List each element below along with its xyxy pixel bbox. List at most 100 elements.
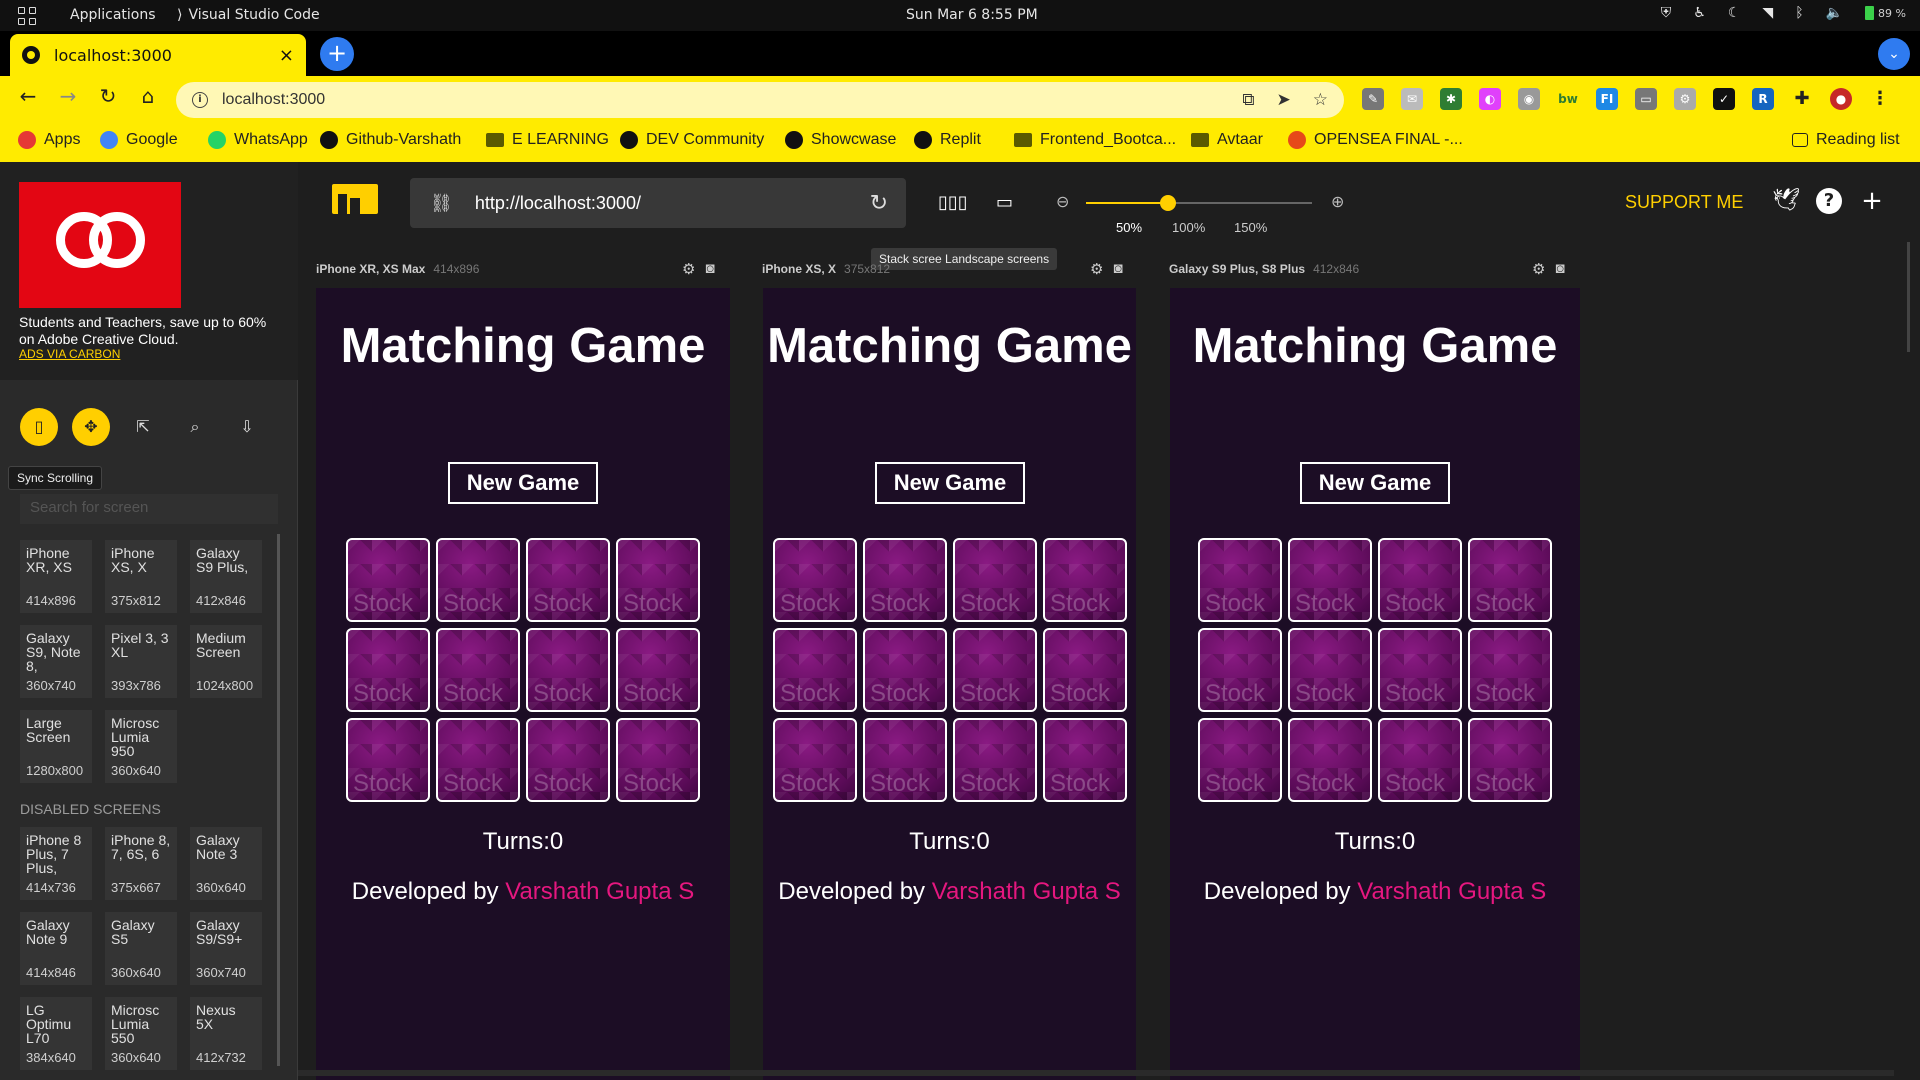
game-card[interactable]: Stock [346, 718, 430, 802]
ext-r-icon[interactable]: R [1752, 88, 1774, 110]
ext-check-icon[interactable]: ✓ [1713, 88, 1735, 110]
volume-icon[interactable]: 🔈 [1826, 5, 1843, 21]
game-card[interactable]: Stock [346, 538, 430, 622]
device-tile[interactable]: Galaxy S5 360x640 [105, 912, 177, 985]
device-tile[interactable]: iPhone 8 Plus, 7 Plus, 414x736 [20, 827, 92, 900]
game-card[interactable]: Stock [953, 538, 1037, 622]
ext-palm-icon[interactable]: ✱ [1440, 88, 1462, 110]
device-screenshot-icon[interactable]: ◙ [1113, 260, 1122, 278]
ext-color-icon[interactable]: ◐ [1479, 88, 1501, 110]
page-scrollbar[interactable] [1907, 242, 1910, 352]
zoom-slider-handle[interactable] [1160, 195, 1176, 211]
device-settings-icon[interactable]: ⚙ [682, 260, 695, 278]
home-icon[interactable]: ⌂ [134, 84, 162, 108]
device-tile[interactable]: Pixel 3, 3 XL 393x786 [105, 625, 177, 698]
reading-list-button[interactable]: Reading list [1792, 131, 1900, 149]
bookmark-star-icon[interactable]: ☆ [1313, 90, 1328, 110]
ext-fi-icon[interactable]: FI [1596, 88, 1618, 110]
bookmark-item[interactable]: DEV Community [620, 131, 764, 149]
device-tile[interactable]: Nexus 5X 412x732 [190, 997, 262, 1070]
device-tile[interactable]: iPhone XR, XS 414x896 [20, 540, 92, 613]
close-tab-icon[interactable]: × [279, 45, 294, 66]
sidebar-scrollbar[interactable] [277, 534, 280, 1066]
zoom-in-icon[interactable]: ⊕ [1331, 192, 1344, 211]
game-card[interactable]: Stock [1288, 538, 1372, 622]
omnibox-url[interactable]: localhost:3000 [222, 91, 1242, 109]
twitter-icon[interactable]: 🕊 [1772, 188, 1800, 214]
device-tile[interactable]: Galaxy S9 Plus, 412x846 [190, 540, 262, 613]
ad-text[interactable]: Students and Teachers, save up to 60% on… [19, 314, 269, 348]
bookmark-item[interactable]: Avtaar [1191, 131, 1263, 149]
game-card[interactable]: Stock [1043, 538, 1127, 622]
bookmark-item[interactable]: Google [100, 131, 178, 149]
bookmark-item[interactable]: OPENSEA FINAL -... [1288, 131, 1463, 149]
add-device-icon[interactable]: + [1859, 188, 1885, 214]
game-card[interactable]: Stock [1468, 628, 1552, 712]
game-card[interactable]: Stock [1378, 538, 1462, 622]
game-card[interactable]: Stock [863, 718, 947, 802]
game-card[interactable]: Stock [1468, 538, 1552, 622]
search-icon[interactable]: ⌕ [176, 408, 214, 446]
developer-name-link[interactable]: Varshath Gupta S [1357, 878, 1546, 905]
extensions-puzzle-icon[interactable]: ✚ [1791, 88, 1813, 110]
zoom-out-icon[interactable]: ⊖ [1056, 192, 1069, 211]
game-card[interactable]: Stock [773, 718, 857, 802]
device-tile[interactable]: Large Screen 1280x800 [20, 710, 92, 783]
game-card[interactable]: Stock [526, 628, 610, 712]
ext-tablet-icon[interactable]: ▭ [1635, 88, 1657, 110]
bookmark-item[interactable]: Replit [914, 131, 981, 149]
device-preview[interactable]: Matching Game New Game Stock Stock Stock Stoc… [316, 288, 730, 1080]
game-card[interactable]: Stock [1288, 718, 1372, 802]
device-screenshot-icon[interactable]: ◙ [705, 260, 714, 278]
ext-eyedropper-icon[interactable]: ✎ [1362, 88, 1384, 110]
game-card[interactable]: Stock [953, 718, 1037, 802]
address-bar[interactable]: ⛓ http://localhost:3000/ ↻ [410, 178, 906, 228]
bookmark-item[interactable]: Github-Varshath [320, 131, 461, 149]
pointer-icon[interactable]: ⇱ [124, 408, 162, 446]
menu-kebab-icon[interactable]: ⋮ [1869, 88, 1891, 110]
game-card[interactable]: Stock [953, 628, 1037, 712]
responsively-logo[interactable] [332, 184, 378, 214]
active-app[interactable]: ⟩ Visual Studio Code [177, 7, 320, 23]
device-preview[interactable]: Matching Game New Game Stock Stock Stock Stoc… [763, 288, 1136, 1080]
game-card[interactable]: Stock [436, 538, 520, 622]
bluetooth-icon[interactable]: ᛒ [1795, 5, 1803, 21]
ext-gear-icon[interactable]: ⚙ [1674, 88, 1696, 110]
landscape-layout-icon[interactable]: ▭ [996, 192, 1013, 213]
bookmark-item[interactable]: Showcwase [785, 131, 896, 149]
game-card[interactable]: Stock [526, 718, 610, 802]
new-game-button[interactable]: New Game [875, 462, 1025, 504]
ext-camera-icon[interactable]: ◉ [1518, 88, 1540, 110]
game-card[interactable]: Stock [863, 628, 947, 712]
device-settings-icon[interactable]: ⚙ [1090, 260, 1103, 278]
bookmark-item[interactable]: E LEARNING [486, 131, 609, 149]
game-card[interactable]: Stock [616, 628, 700, 712]
device-tile[interactable]: Microsc Lumia 950 360x640 [105, 710, 177, 783]
cast-icon[interactable]: ⧉ [1242, 90, 1254, 110]
accessibility-icon[interactable]: ♿ [1693, 5, 1706, 21]
game-card[interactable]: Stock [436, 718, 520, 802]
device-tile[interactable]: Galaxy S9/S9+ 360x740 [190, 912, 262, 985]
horizontal-scrollbar[interactable] [298, 1070, 1894, 1076]
stack-layout-icon[interactable]: ▯▯▯ [938, 192, 968, 213]
game-card[interactable]: Stock [526, 538, 610, 622]
ad-link[interactable]: ADS VIA CARBON [19, 347, 120, 361]
device-tile[interactable]: iPhone 8, 7, 6S, 6 375x667 [105, 827, 177, 900]
help-icon[interactable]: ? [1816, 188, 1842, 214]
reload-icon[interactable]: ↻ [870, 190, 888, 216]
device-screenshot-icon[interactable]: ◙ [1555, 260, 1564, 278]
bookmark-item[interactable]: Apps [18, 131, 80, 149]
ext-mail-icon[interactable]: ✉ [1401, 88, 1423, 110]
screen-search-input[interactable]: Search for screen [20, 494, 278, 524]
device-tile[interactable]: Galaxy S9, Note 8, 360x740 [20, 625, 92, 698]
game-card[interactable]: Stock [1198, 538, 1282, 622]
device-preview[interactable]: Matching Game New Game Stock Stock Stock Stoc… [1170, 288, 1580, 1080]
ext-bw-icon[interactable]: bw [1557, 88, 1579, 110]
profile-avatar[interactable]: ● [1830, 88, 1852, 110]
night-mode-icon[interactable]: ☾ [1728, 5, 1741, 21]
game-card[interactable]: Stock [1378, 718, 1462, 802]
shield-icon[interactable]: ⛨ [1661, 5, 1672, 21]
bookmark-item[interactable]: WhatsApp [208, 131, 308, 149]
developer-name-link[interactable]: Varshath Gupta S [932, 878, 1121, 905]
device-tile[interactable]: LG Optimu L70 384x640 [20, 997, 92, 1070]
